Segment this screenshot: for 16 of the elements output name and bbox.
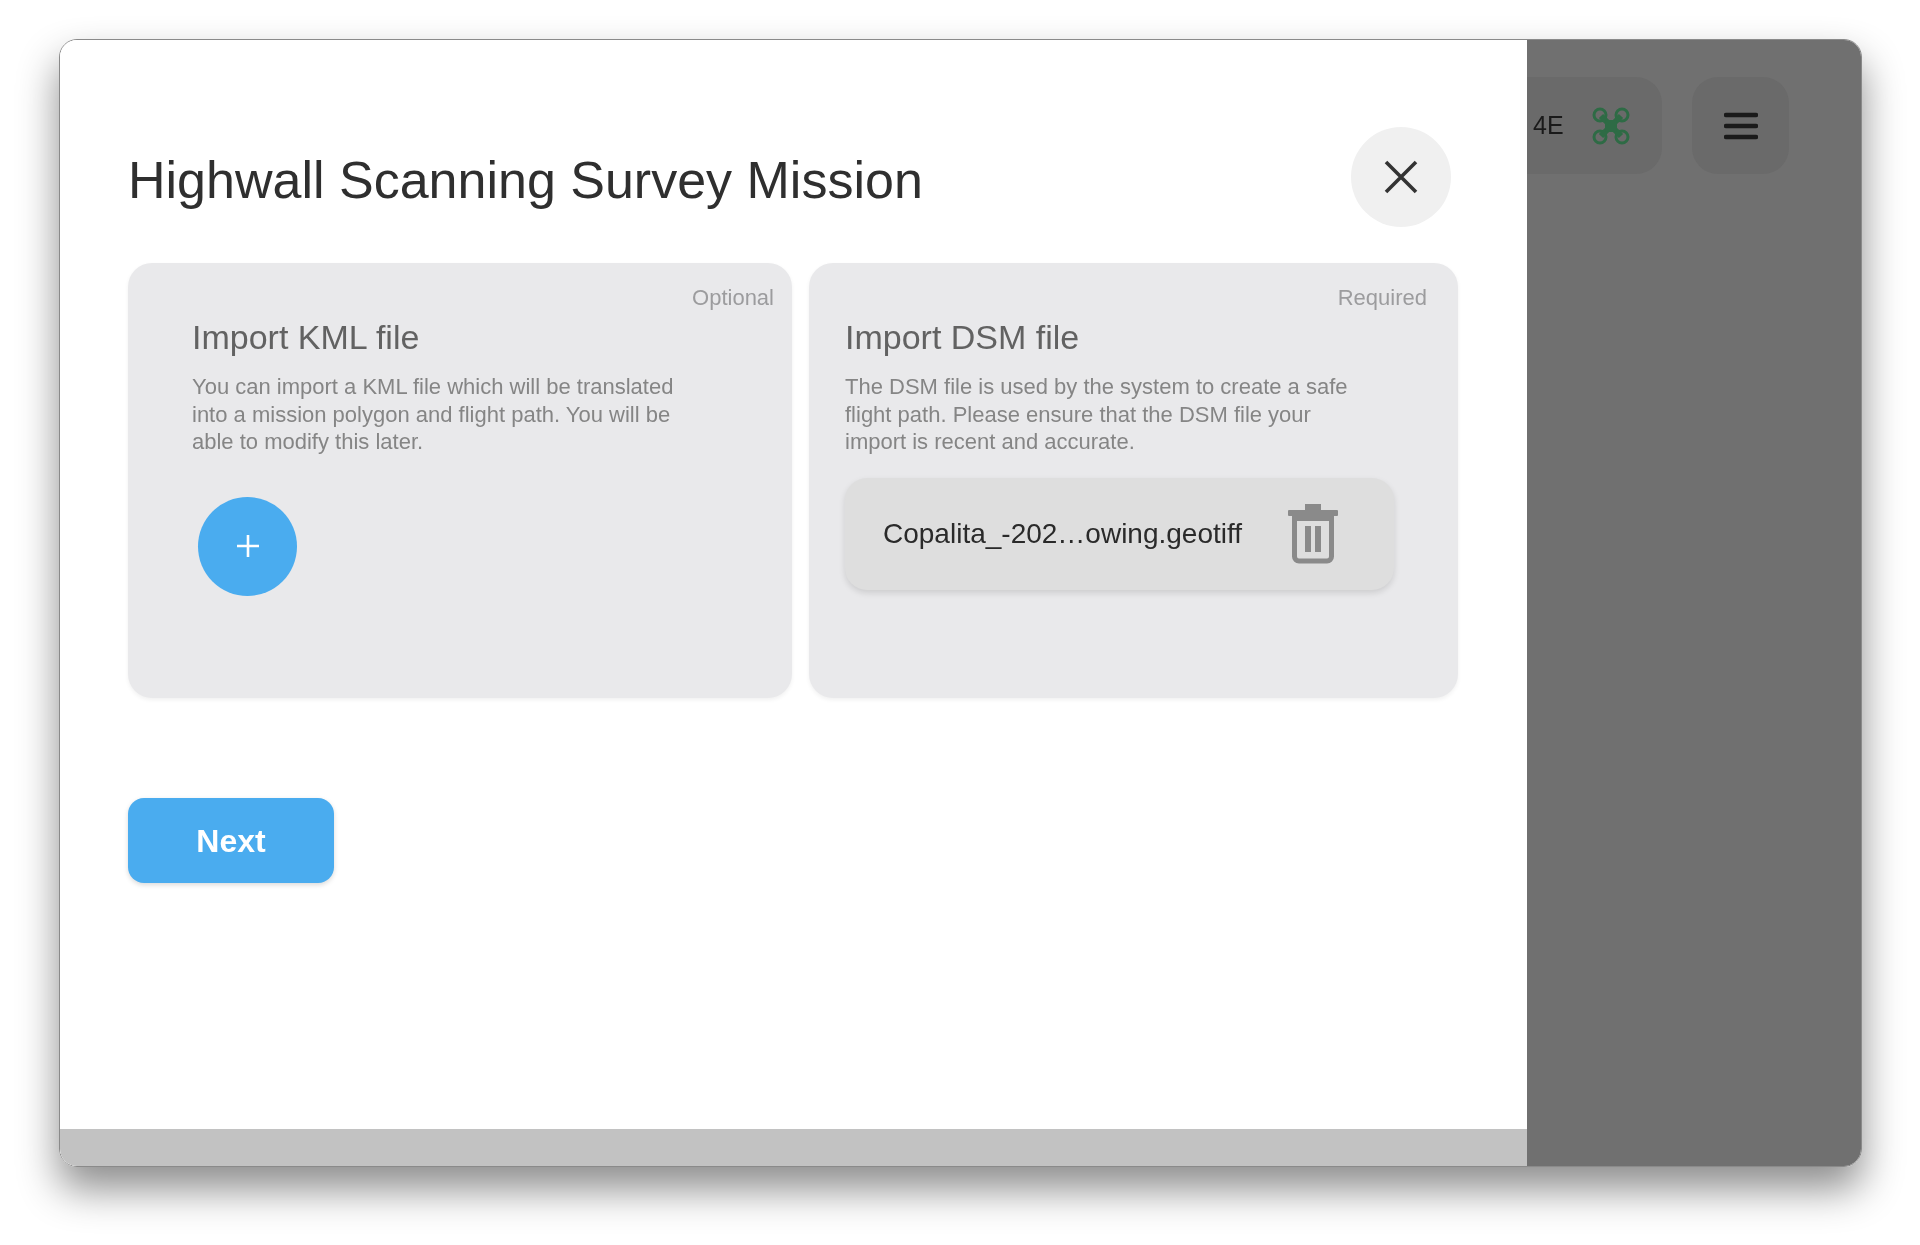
card-description: The DSM file is used by the system to create a safe flight path. Please ensure that the DSM file your import is recent and accurate.: [845, 373, 1349, 456]
card-title: Import DSM file: [845, 318, 1081, 356]
requirement-label: Optional: [692, 285, 774, 311]
close-icon: [1384, 160, 1418, 194]
next-button[interactable]: Next: [128, 798, 334, 883]
file-name: Copalita_-202…owing.geotiff: [883, 516, 1243, 551]
device-label: 4E: [1533, 109, 1564, 141]
card-title: Import KML file: [192, 318, 421, 356]
requirement-label: Required: [1337, 285, 1427, 311]
drone-icon: [1591, 106, 1630, 145]
trash-icon[interactable]: [1288, 503, 1338, 564]
plus-icon: [236, 535, 259, 557]
menu-icon: [1723, 111, 1758, 140]
card-description: You can import a KML file which will be translated into a mission polygon and flight path. You will be able to modify this later.: [192, 373, 675, 456]
menu-button[interactable]: [1692, 77, 1789, 174]
dialog-title: Highwall Scanning Survey Mission: [128, 150, 923, 210]
